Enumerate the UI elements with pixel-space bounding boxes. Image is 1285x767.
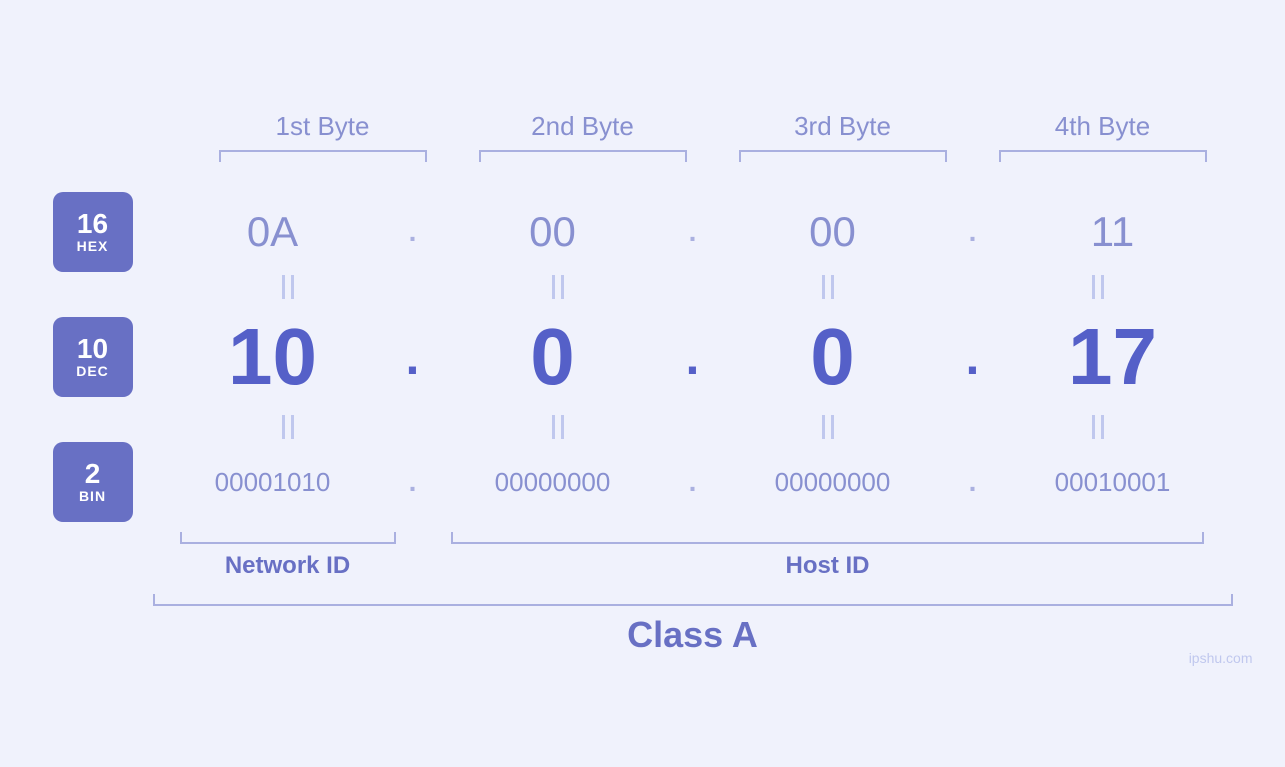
- dec-badge: 10 DEC: [53, 317, 133, 397]
- host-id-bracket-line: [451, 532, 1204, 544]
- dec-b1: 10: [213, 311, 333, 403]
- watermark: ipshu.com: [1189, 650, 1253, 666]
- byte3-header: 3rd Byte: [713, 111, 973, 142]
- dot-2-hex: .: [673, 216, 713, 248]
- sep-cell-4: [963, 275, 1233, 299]
- dec-b2-wrap: 0: [433, 311, 673, 403]
- bin-badge-label: BIN: [79, 488, 106, 504]
- bin-b1-wrap: 00001010: [153, 467, 393, 498]
- top-bracket-2: [453, 150, 713, 162]
- main-container: 1st Byte 2nd Byte 3rd Byte 4th Byte 16 H…: [23, 91, 1263, 676]
- sep-cell-8: [963, 415, 1233, 439]
- byte2-header: 2nd Byte: [453, 111, 713, 142]
- host-id-label: Host ID: [786, 552, 870, 580]
- double-bar-7: [822, 415, 834, 439]
- sep-cell-7: [693, 415, 963, 439]
- bin-b3: 00000000: [773, 467, 893, 498]
- host-id-bracket: Host ID: [423, 532, 1233, 580]
- bin-badge-number: 2: [85, 460, 101, 488]
- dot-3-bin: .: [953, 466, 993, 498]
- dot-3-dec: .: [953, 328, 993, 386]
- top-bracket-3: [713, 150, 973, 162]
- hex-b4: 11: [1053, 208, 1173, 256]
- double-bar-5: [282, 415, 294, 439]
- top-bracket-line-3: [739, 150, 947, 162]
- bin-b4: 00010001: [1053, 467, 1173, 498]
- byte1-header: 1st Byte: [193, 111, 453, 142]
- hex-bytes: 0A . 00 . 00 . 11: [153, 208, 1233, 256]
- byte-headers: 1st Byte 2nd Byte 3rd Byte 4th Byte: [193, 111, 1233, 142]
- sep-hex-dec: [153, 272, 1233, 302]
- top-brackets: [193, 150, 1233, 162]
- dot-2-bin: .: [673, 466, 713, 498]
- double-bar-2: [552, 275, 564, 299]
- bin-row: 2 BIN 00001010 . 00000000 . 00000000 . 0…: [53, 442, 1233, 522]
- hex-b2: 00: [493, 208, 613, 256]
- bin-b4-wrap: 00010001: [993, 467, 1233, 498]
- bin-b1: 00001010: [213, 467, 333, 498]
- hex-badge: 16 HEX: [53, 192, 133, 272]
- sep-cell-3: [693, 275, 963, 299]
- dot-1-bin: .: [393, 466, 433, 498]
- dec-bytes: 10 . 0 . 0 . 17: [153, 311, 1233, 403]
- double-bar-4: [1092, 275, 1104, 299]
- byte4-header: 4th Byte: [973, 111, 1233, 142]
- dec-b2: 0: [493, 311, 613, 403]
- sep-dec-bin: [153, 412, 1233, 442]
- hex-b3-wrap: 00: [713, 208, 953, 256]
- dec-b4-wrap: 17: [993, 311, 1233, 403]
- dec-b3: 0: [773, 311, 893, 403]
- hex-row: 16 HEX 0A . 00 . 00 . 11: [53, 192, 1233, 272]
- dec-row: 10 DEC 10 . 0 . 0 . 17: [53, 302, 1233, 412]
- class-label: Class A: [153, 614, 1233, 656]
- top-bracket-line-4: [999, 150, 1207, 162]
- dec-b3-wrap: 0: [713, 311, 953, 403]
- double-bar-3: [822, 275, 834, 299]
- bin-badge: 2 BIN: [53, 442, 133, 522]
- dot-1-dec: .: [393, 328, 433, 386]
- class-section: Class A: [153, 594, 1233, 656]
- dot-2-dec: .: [673, 328, 713, 386]
- dec-b1-wrap: 10: [153, 311, 393, 403]
- bin-b3-wrap: 00000000: [713, 467, 953, 498]
- top-bracket-line-1: [219, 150, 427, 162]
- hex-b3: 00: [773, 208, 893, 256]
- hex-badge-number: 16: [77, 210, 108, 238]
- hex-badge-label: HEX: [77, 238, 109, 254]
- double-bar-6: [552, 415, 564, 439]
- bin-b2-wrap: 00000000: [433, 467, 673, 498]
- dot-1-hex: .: [393, 216, 433, 248]
- hex-b1-wrap: 0A: [153, 208, 393, 256]
- top-bracket-1: [193, 150, 453, 162]
- bin-bytes: 00001010 . 00000000 . 00000000 . 0001000…: [153, 466, 1233, 498]
- sep-cell-5: [153, 415, 423, 439]
- class-bracket-line: [153, 594, 1233, 606]
- hex-b2-wrap: 00: [433, 208, 673, 256]
- network-id-label: Network ID: [225, 552, 350, 580]
- hex-b1: 0A: [213, 208, 333, 256]
- top-bracket-line-2: [479, 150, 687, 162]
- double-bar-8: [1092, 415, 1104, 439]
- sep-cell-1: [153, 275, 423, 299]
- dec-badge-label: DEC: [76, 363, 109, 379]
- network-id-bracket-line: [180, 532, 396, 544]
- network-id-bracket: Network ID: [153, 532, 423, 580]
- dec-badge-number: 10: [77, 335, 108, 363]
- dec-b4: 17: [1053, 311, 1173, 403]
- sep-cell-2: [423, 275, 693, 299]
- sep-cell-6: [423, 415, 693, 439]
- top-bracket-4: [973, 150, 1233, 162]
- double-bar-1: [282, 275, 294, 299]
- dot-3-hex: .: [953, 216, 993, 248]
- bin-b2: 00000000: [493, 467, 613, 498]
- hex-b4-wrap: 11: [993, 208, 1233, 256]
- bottom-bracket-area: Network ID Host ID: [153, 532, 1233, 580]
